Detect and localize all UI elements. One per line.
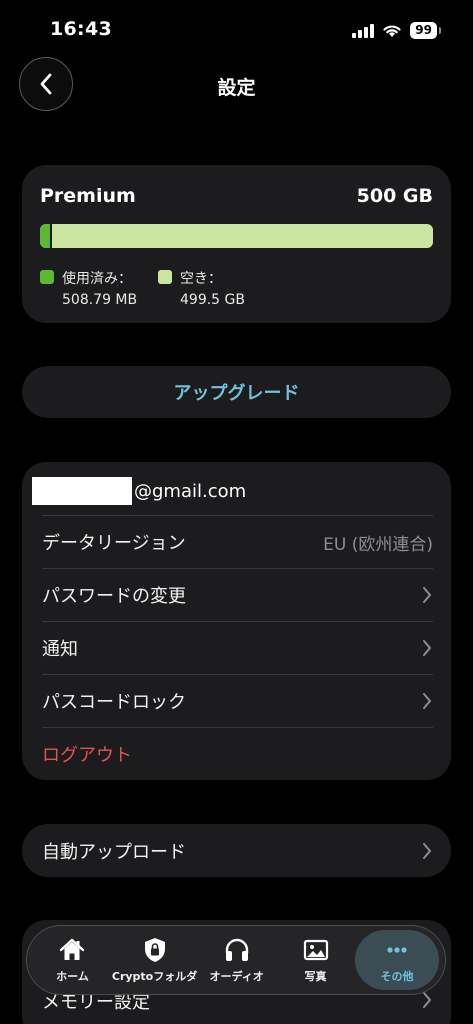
- used-value: 508.79 MB: [62, 292, 138, 308]
- plan-size: 500 GB: [356, 185, 433, 207]
- status-time: 16:43: [50, 18, 112, 40]
- data-region-label: データリージョン: [42, 533, 186, 554]
- data-region-row[interactable]: データリージョン EU (欧州連合): [42, 515, 433, 568]
- auto-upload-card: 自動アップロード: [22, 824, 451, 877]
- shield-lock-icon: [144, 938, 165, 962]
- used-swatch: [40, 270, 54, 284]
- cellular-signal-icon: [352, 23, 375, 38]
- chevron-right-icon: [423, 992, 431, 1008]
- status-icons: 99: [352, 22, 441, 39]
- tab-crypto-folder-label: Cryptoフォルダ: [111, 970, 198, 983]
- tab-home[interactable]: ホーム: [33, 930, 112, 990]
- legend-used: 使用済み： 508.79 MB: [40, 268, 137, 308]
- battery-indicator: 99: [410, 22, 441, 39]
- chevron-right-icon: [423, 842, 431, 859]
- status-bar: 16:43 99: [0, 0, 473, 60]
- headphones-icon: [225, 938, 248, 961]
- logout-row[interactable]: ログアウト: [42, 727, 433, 780]
- change-password-label: パスワードの変更: [42, 586, 186, 607]
- tab-photos[interactable]: 写真: [276, 930, 355, 990]
- chevron-right-icon: [423, 640, 431, 656]
- change-password-row[interactable]: パスワードの変更: [42, 568, 433, 621]
- passcode-lock-row[interactable]: パスコードロック: [42, 674, 433, 727]
- tab-photos-label: 写真: [304, 970, 327, 983]
- used-label: 使用済み：: [62, 271, 132, 287]
- chevron-right-icon: [423, 693, 431, 709]
- tab-crypto-folder[interactable]: Cryptoフォルダ: [112, 930, 197, 990]
- auto-upload-row[interactable]: 自動アップロード: [42, 824, 433, 877]
- tab-audio-label: オーディオ: [209, 970, 264, 983]
- storage-bar: [40, 224, 433, 248]
- upgrade-button[interactable]: アップグレード: [22, 366, 451, 418]
- wifi-icon: [383, 25, 401, 37]
- notifications-label: 通知: [42, 639, 78, 660]
- free-value: 499.5 GB: [180, 292, 245, 308]
- tab-more[interactable]: その他: [354, 930, 439, 990]
- data-region-value: EU (欧州連合): [323, 534, 433, 555]
- auto-upload-label: 自動アップロード: [42, 841, 186, 863]
- email-row: @gmail.com: [32, 476, 246, 506]
- plan-name: Premium: [40, 185, 136, 207]
- email-domain: @gmail.com: [134, 480, 247, 502]
- tab-audio[interactable]: オーディオ: [197, 930, 276, 990]
- home-icon: [60, 938, 85, 960]
- chevron-right-icon: [423, 587, 431, 603]
- notifications-row[interactable]: 通知: [42, 621, 433, 674]
- tab-bar: ホーム Cryptoフォルダ オーディオ 写真 その他: [26, 925, 446, 995]
- free-swatch: [158, 270, 172, 284]
- page-title: 設定: [217, 77, 256, 99]
- tab-more-label: その他: [380, 970, 414, 983]
- legend-free: 空き： 499.5 GB: [158, 268, 245, 308]
- photo-icon: [303, 939, 328, 961]
- account-settings-card: @gmail.com データリージョン EU (欧州連合) パスワードの変更 通…: [22, 462, 451, 780]
- redacted-email-user: [32, 477, 132, 505]
- storage-card: Premium 500 GB 使用済み： 508.79 MB 空き： 499.5…: [22, 165, 451, 323]
- passcode-lock-label: パスコードロック: [42, 692, 186, 713]
- logout-label: ログアウト: [42, 745, 132, 766]
- free-label: 空き：: [180, 271, 222, 287]
- more-icon: [387, 947, 407, 953]
- tab-home-label: ホーム: [56, 970, 89, 983]
- storage-bar-used: [40, 224, 52, 248]
